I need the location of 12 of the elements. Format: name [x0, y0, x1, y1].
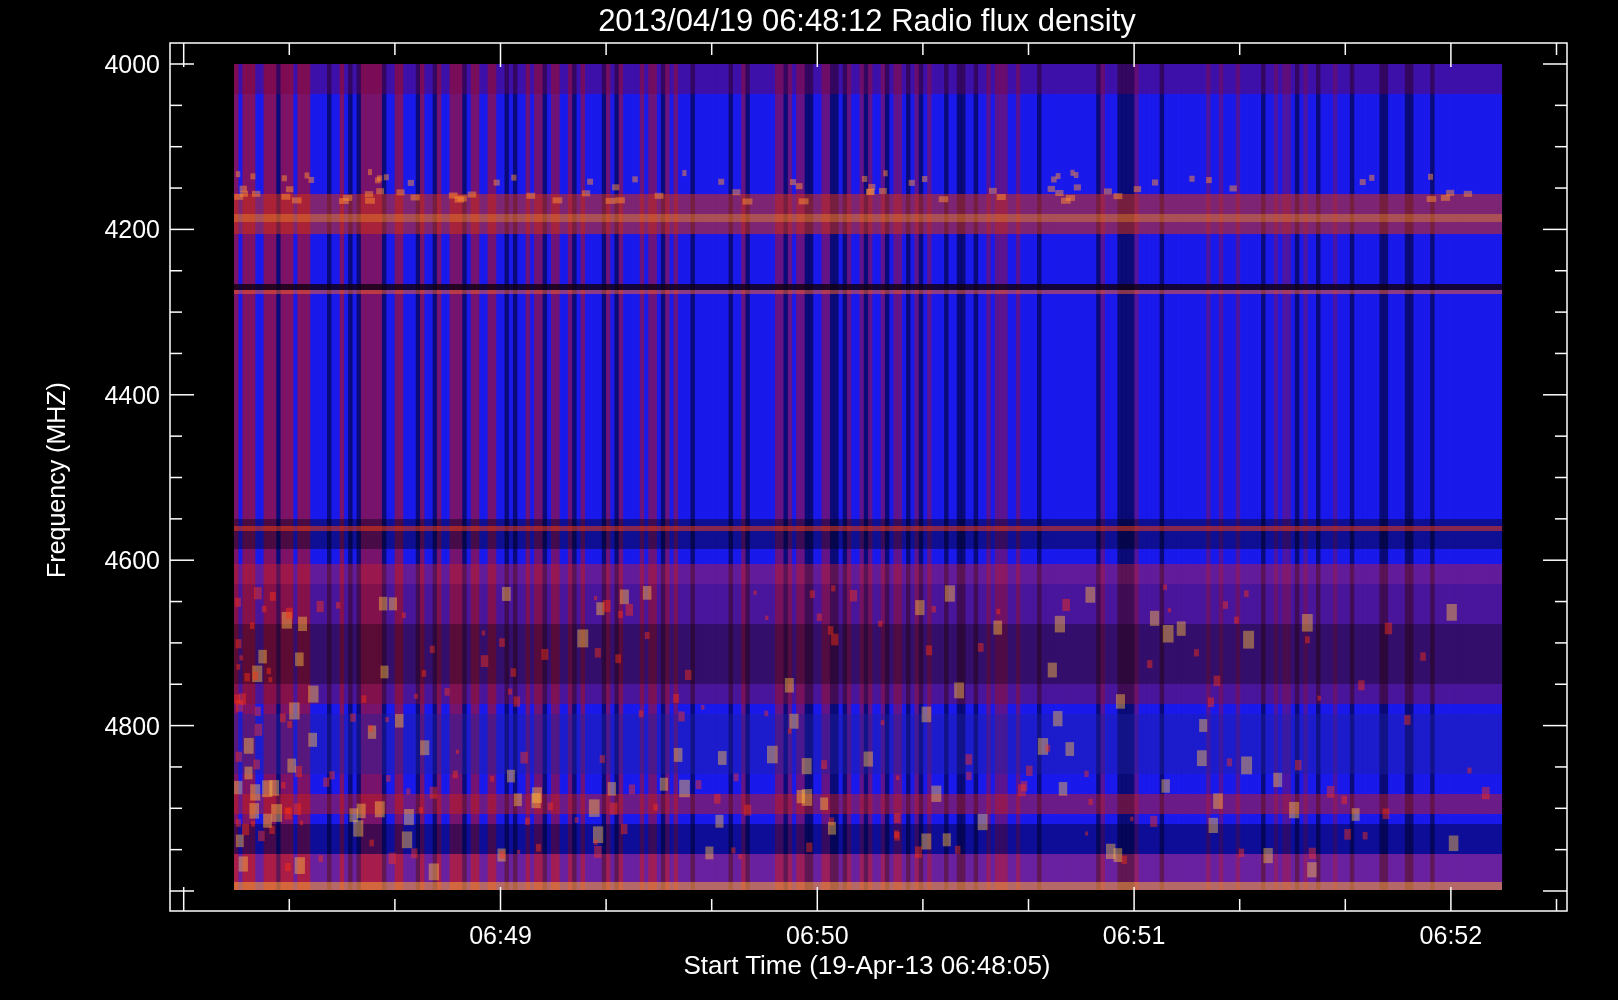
- tick-label: 06:51: [1102, 921, 1166, 949]
- chart-title: 2013/04/19 06:48:12 Radio flux density: [598, 3, 1136, 38]
- tick-label: 4800: [104, 711, 160, 740]
- tick-label: 06:49: [469, 921, 532, 949]
- tick-label: 4200: [104, 215, 160, 244]
- tick-label: 06:50: [786, 921, 849, 949]
- tick-label: 4600: [104, 546, 160, 575]
- tick-label: 06:52: [1419, 921, 1483, 949]
- tick-label: 4000: [104, 50, 160, 78]
- axis-label: Start Time (19-Apr-13 06:48:05): [683, 950, 1051, 980]
- tick-label: 4400: [104, 380, 160, 409]
- axis-label: Frequency (MHZ): [42, 382, 70, 578]
